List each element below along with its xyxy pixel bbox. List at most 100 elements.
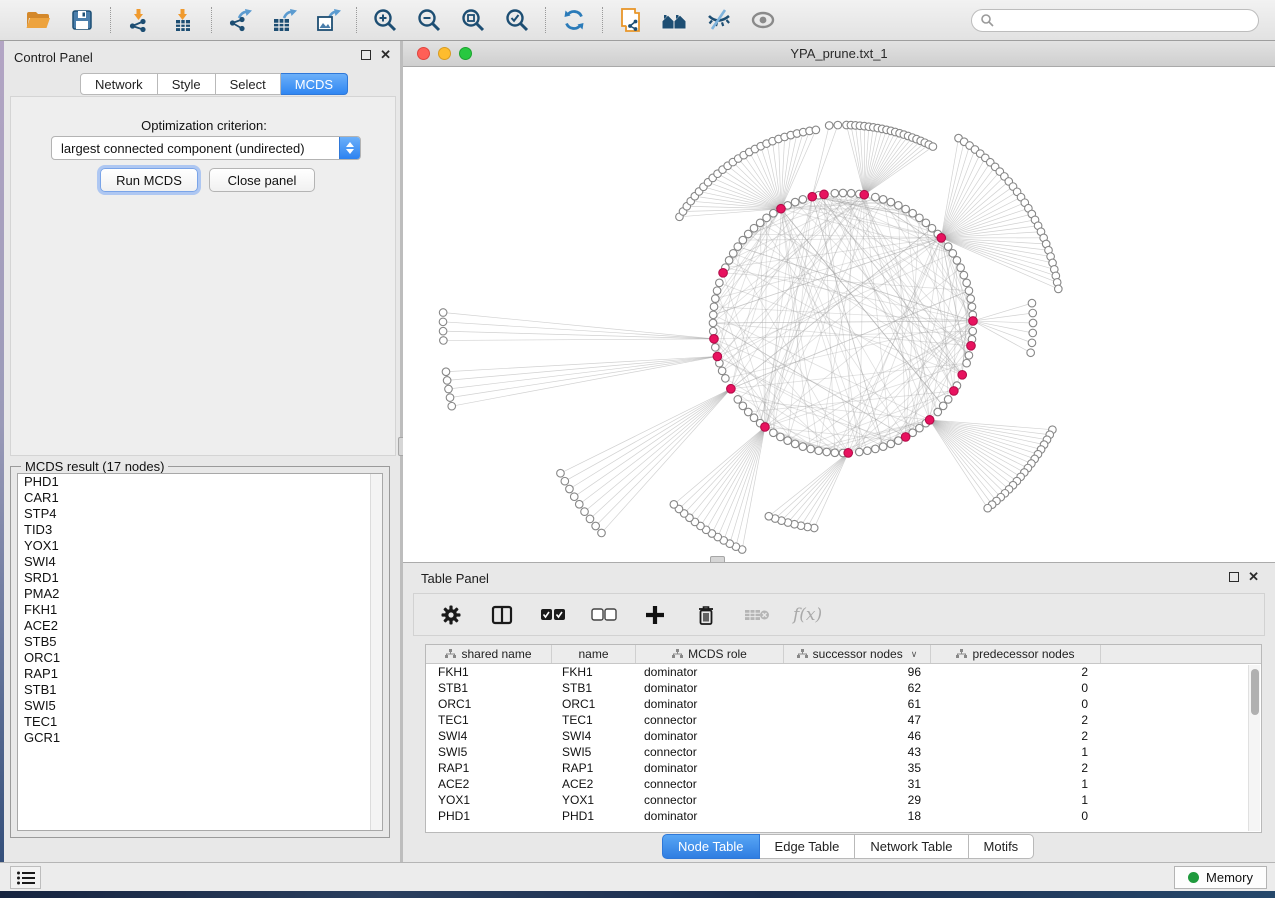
mcds-dominator-node[interactable] (844, 449, 853, 458)
network-node[interactable] (963, 279, 971, 287)
leaf-node[interactable] (1029, 319, 1037, 327)
table-cell[interactable]: dominator (636, 729, 784, 743)
network-node[interactable] (895, 202, 903, 210)
network-node[interactable] (712, 344, 720, 352)
leaf-node[interactable] (445, 385, 453, 393)
mcds-dominator-node[interactable] (761, 423, 770, 432)
table-cell[interactable]: 2 (931, 761, 1101, 775)
network-node[interactable] (713, 287, 721, 295)
leaf-node[interactable] (446, 394, 454, 402)
mcds-result-item[interactable]: PHD1 (18, 474, 382, 490)
table-row[interactable]: STB1STB1dominator620 (426, 680, 1261, 696)
table-cell[interactable]: 46 (784, 729, 931, 743)
network-node[interactable] (909, 209, 917, 217)
network-node[interactable] (763, 214, 771, 222)
network-node[interactable] (902, 205, 910, 213)
leaf-node[interactable] (570, 493, 578, 501)
neighbors-houses-icon[interactable] (660, 5, 690, 35)
network-node[interactable] (709, 327, 717, 335)
leaf-node[interactable] (1027, 349, 1035, 357)
table-cell[interactable]: FKH1 (552, 665, 636, 679)
table-cell[interactable]: ORC1 (426, 697, 552, 711)
tab-network-table[interactable]: Network Table (855, 834, 968, 859)
table-cell[interactable]: 18 (784, 809, 931, 823)
tab-select[interactable]: Select (216, 73, 281, 95)
table-cell[interactable]: 62 (784, 681, 931, 695)
mcds-result-item[interactable]: ORC1 (18, 650, 382, 666)
table-cell[interactable]: ACE2 (426, 777, 552, 791)
leaf-node[interactable] (439, 309, 447, 317)
network-node[interactable] (770, 209, 778, 217)
network-node[interactable] (847, 189, 855, 197)
network-node[interactable] (960, 271, 968, 279)
show-hidden-eye-icon[interactable] (748, 5, 778, 35)
run-mcds-button[interactable]: Run MCDS (100, 168, 198, 192)
leaf-node[interactable] (592, 522, 600, 530)
mcds-result-item[interactable]: RAP1 (18, 666, 382, 682)
network-node[interactable] (965, 352, 973, 360)
network-node[interactable] (807, 445, 815, 453)
table-cell[interactable]: 1 (931, 777, 1101, 791)
network-node[interactable] (716, 279, 724, 287)
table-cell[interactable]: 0 (931, 809, 1101, 823)
network-node[interactable] (756, 219, 764, 227)
mcds-result-item[interactable]: SRD1 (18, 570, 382, 586)
zoom-out-icon[interactable] (414, 5, 444, 35)
network-node[interactable] (739, 236, 747, 244)
network-node[interactable] (944, 243, 952, 251)
network-node[interactable] (949, 250, 957, 258)
leaf-node[interactable] (561, 477, 569, 485)
mcds-result-item[interactable]: YOX1 (18, 538, 382, 554)
leaf-node[interactable] (566, 485, 574, 493)
column-header-successor-nodes[interactable]: successor nodes ∨ (784, 645, 931, 663)
deselect-all-icon[interactable] (589, 600, 619, 630)
leaf-node[interactable] (557, 469, 565, 477)
table-cell[interactable]: connector (636, 745, 784, 759)
export-image-icon[interactable] (313, 5, 343, 35)
table-cell[interactable]: 43 (784, 745, 931, 759)
table-cell[interactable]: TEC1 (552, 713, 636, 727)
table-cell[interactable]: SWI5 (552, 745, 636, 759)
table-row[interactable]: RAP1RAP1dominator352 (426, 760, 1261, 776)
network-node[interactable] (872, 193, 880, 201)
leaf-node[interactable] (440, 337, 448, 345)
leaf-node[interactable] (448, 402, 456, 410)
network-node[interactable] (710, 303, 718, 311)
table-cell[interactable]: TEC1 (426, 713, 552, 727)
network-node[interactable] (872, 445, 880, 453)
leaf-node[interactable] (929, 143, 937, 151)
network-node[interactable] (855, 448, 863, 456)
mcds-result-item[interactable]: CAR1 (18, 490, 382, 506)
mcds-dominator-node[interactable] (967, 341, 976, 350)
table-scrollbar-thumb[interactable] (1251, 669, 1259, 715)
network-node[interactable] (887, 198, 895, 206)
network-node[interactable] (879, 196, 887, 204)
leaf-node[interactable] (1028, 339, 1036, 347)
network-view-canvas[interactable] (403, 67, 1275, 562)
table-cell[interactable]: 1 (931, 793, 1101, 807)
network-node[interactable] (770, 429, 778, 437)
network-node[interactable] (784, 437, 792, 445)
network-node[interactable] (709, 311, 717, 319)
table-cell[interactable]: RAP1 (552, 761, 636, 775)
open-session-icon[interactable] (23, 5, 53, 35)
network-node[interactable] (957, 264, 965, 272)
tab-node-table[interactable]: Node Table (662, 834, 760, 859)
table-cell[interactable]: STB1 (426, 681, 552, 695)
table-cell[interactable]: 2 (931, 713, 1101, 727)
zoom-in-icon[interactable] (370, 5, 400, 35)
search-input[interactable] (971, 9, 1259, 32)
leaf-node[interactable] (439, 327, 447, 335)
table-row[interactable]: TEC1TEC1connector472 (426, 712, 1261, 728)
table-cell[interactable]: PHD1 (426, 809, 552, 823)
mcds-result-item[interactable]: TEC1 (18, 714, 382, 730)
column-header-name[interactable]: name (552, 645, 636, 663)
network-node[interactable] (939, 402, 947, 410)
network-node[interactable] (712, 295, 720, 303)
table-cell[interactable]: 2 (931, 729, 1101, 743)
mcds-result-item[interactable]: ACE2 (18, 618, 382, 634)
tab-mcds[interactable]: MCDS (281, 73, 348, 95)
network-node[interactable] (823, 448, 831, 456)
network-node[interactable] (839, 189, 847, 197)
network-node[interactable] (968, 303, 976, 311)
